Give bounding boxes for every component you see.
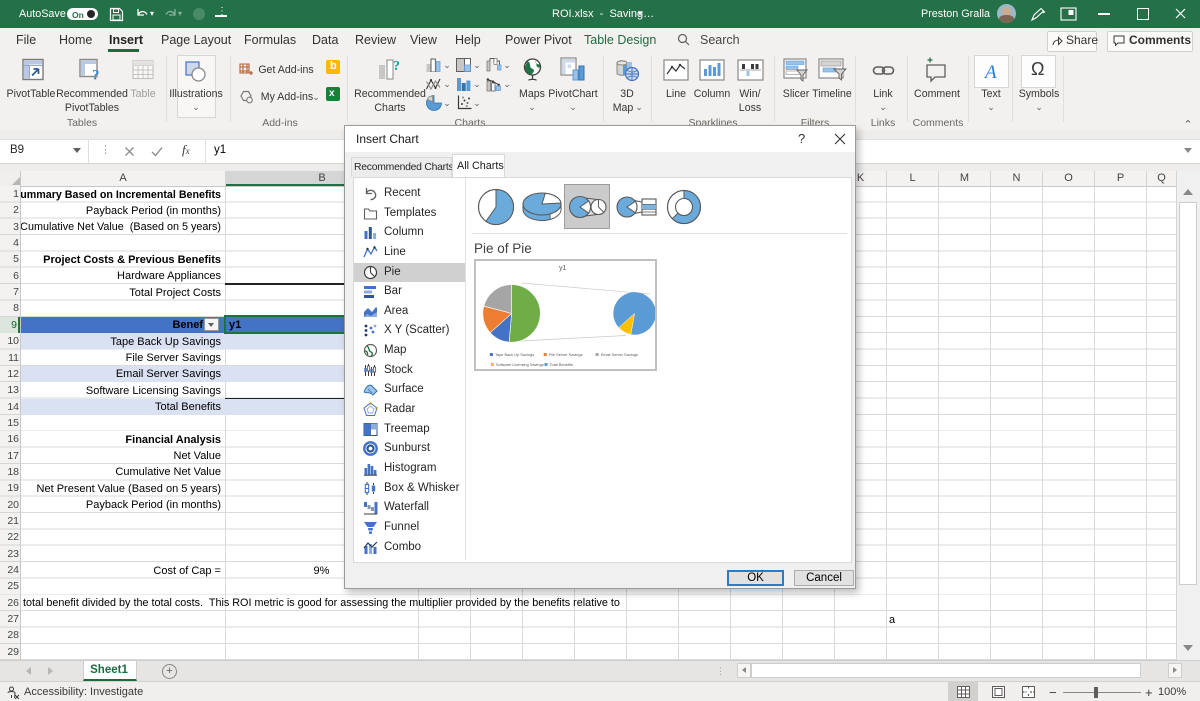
svg-text:Total Benefits: Total Benefits bbox=[549, 362, 572, 367]
svg-text:?: ? bbox=[92, 68, 100, 83]
svg-text:Tape Back Up Savings: Tape Back Up Savings bbox=[495, 352, 534, 357]
svg-text:?: ? bbox=[393, 59, 400, 74]
svg-text:Email Server Savings: Email Server Savings bbox=[600, 352, 637, 357]
svg-text:A: A bbox=[983, 62, 997, 82]
svg-text:File Server Savings: File Server Savings bbox=[548, 352, 582, 357]
svg-text:Software Licensing Savings: Software Licensing Savings bbox=[495, 362, 543, 367]
